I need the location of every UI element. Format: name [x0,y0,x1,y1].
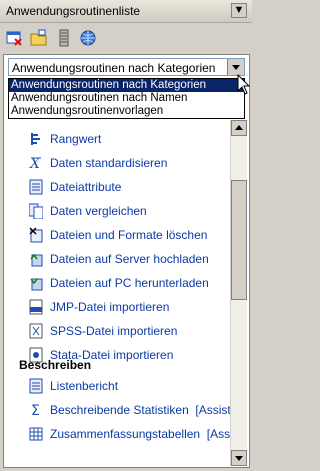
list-item[interactable]: Σ Beschreibende Statistiken [Assistent v [3,401,233,421]
upload-server-icon [29,251,43,267]
scroll-down-button[interactable] [231,450,247,466]
list-item[interactable]: Dateien auf Server hochladen [3,250,233,270]
list-item[interactable]: JMP-Datei importieren [3,298,233,318]
dropdown-option[interactable]: Anwendungsroutinenvorlagen [9,105,244,118]
list-item[interactable]: X Daten standardisieren [3,154,233,174]
open-folder-icon[interactable] [30,29,48,47]
scroll-up-button[interactable] [231,120,247,136]
list-item[interactable]: Listenbericht [3,377,233,397]
dropdown-option[interactable]: Anwendungsroutinen nach Namen [9,92,244,105]
category-dropdown[interactable]: Anwendungsroutinen nach Kategorien [8,58,245,76]
globe-icon[interactable] [79,29,97,47]
scroll-thumb[interactable] [231,180,247,300]
mouse-cursor-icon [237,74,251,95]
jmp-import-icon [29,299,43,315]
dropdown-selected-value: Anwendungsroutinen nach Kategorien [12,61,216,75]
list-item[interactable]: Daten vergleichen [3,202,233,222]
pane-menu-button[interactable]: ▼ [231,3,247,18]
section-heading: Beschreiben [19,358,92,372]
delete-files-icon [29,227,43,243]
file-attributes-icon [29,179,43,195]
list-item[interactable]: Rangwert [3,130,233,150]
item-label: Beschreibende Statistiken [50,403,189,417]
dropdown-option[interactable]: Anwendungsroutinen nach Kategorien [9,79,244,92]
assistant-tag: [Assistent v [195,403,233,417]
dropdown-list: Anwendungsroutinen nach Kategorien Anwen… [8,78,245,119]
summary-table-icon [29,426,43,442]
list-item[interactable]: SPSS-Datei importieren [3,322,233,342]
sigma-icon: Σ [29,402,43,419]
chevron-down-icon[interactable] [227,59,244,75]
toolbar [0,23,252,51]
window-title: Anwendungsroutinenliste [6,4,141,18]
list-item[interactable]: Zusammenfassungstabellen [Assisten [3,425,233,445]
svg-text:Σ: Σ [31,403,40,418]
routine-manager-icon[interactable] [6,29,24,47]
spss-import-icon [29,323,43,339]
standardize-icon: X [29,155,43,172]
item-label: Zusammenfassungstabellen [50,427,201,441]
list-item[interactable]: Dateien auf PC herunterladen [3,274,233,294]
list-item[interactable]: Dateiattribute [3,178,233,198]
routine-list-icon[interactable] [55,29,73,47]
title-bar: Anwendungsroutinenliste ▼ [0,0,252,23]
list-item[interactable]: Dateien und Formate löschen [3,226,233,246]
list-report-icon [29,378,43,394]
routine-list: Rangwert X Daten standardisieren Dateiat… [3,120,233,466]
vertical-scrollbar[interactable] [230,120,247,466]
compare-icon [28,203,44,220]
download-pc-icon [29,275,43,291]
rank-icon [29,131,43,147]
